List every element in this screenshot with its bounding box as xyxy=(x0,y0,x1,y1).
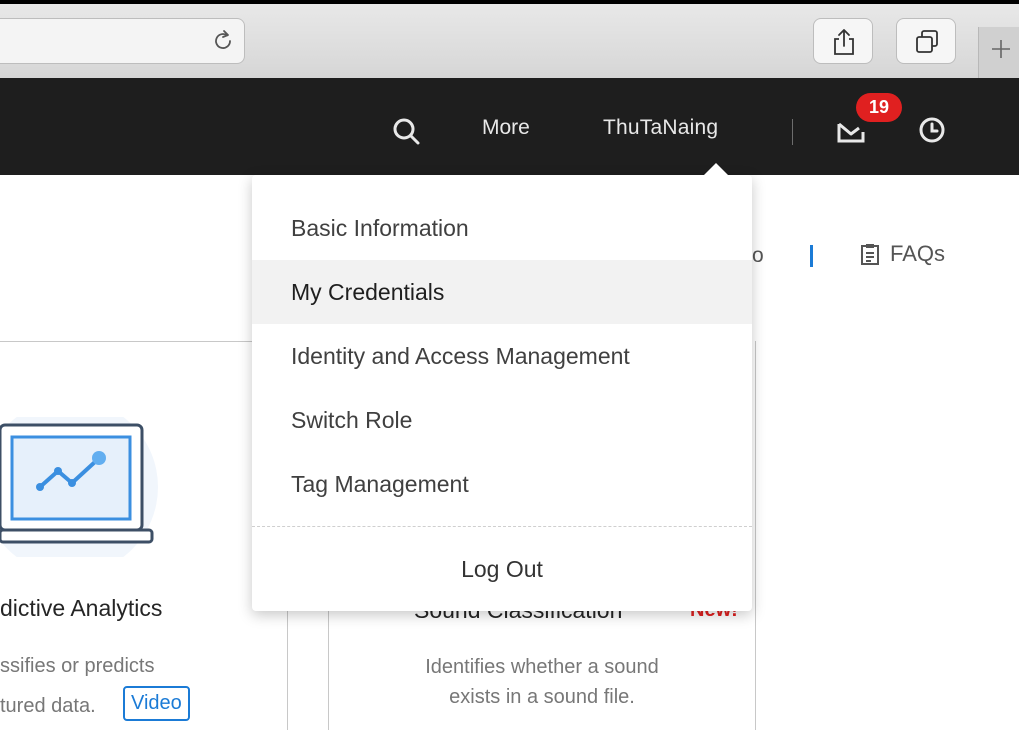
user-dropdown-menu: Basic Information My Credentials Identit… xyxy=(252,175,752,611)
faq-document-icon xyxy=(861,244,879,265)
dropdown-caret xyxy=(703,163,729,176)
analytics-laptop-icon xyxy=(0,399,170,575)
plus-icon xyxy=(992,40,1010,58)
username-menu[interactable]: ThuTaNaing xyxy=(603,116,718,140)
menu-item-tag-management[interactable]: Tag Management xyxy=(252,452,752,516)
video-link[interactable]: Video xyxy=(123,686,190,721)
new-tab-button[interactable] xyxy=(978,27,1019,80)
card-description: ssifies or predicts xyxy=(0,655,155,677)
faqs-label: FAQs xyxy=(890,241,946,266)
clock-icon[interactable] xyxy=(918,116,946,149)
reload-icon[interactable] xyxy=(210,28,236,54)
notification-badge: 19 xyxy=(856,93,902,122)
more-menu[interactable]: More xyxy=(482,116,530,140)
browser-toolbar xyxy=(0,0,1019,80)
share-icon xyxy=(834,29,854,55)
menu-item-identity-access-management[interactable]: Identity and Access Management xyxy=(252,324,752,388)
show-tabs-button[interactable] xyxy=(896,18,956,64)
help-link-fragment[interactable]: o xyxy=(752,244,764,268)
menu-item-my-credentials[interactable]: My Credentials xyxy=(252,260,752,324)
card-description: Identifies whether a sound xyxy=(425,656,659,678)
mail-icon[interactable] xyxy=(836,118,868,149)
header-divider xyxy=(792,119,793,145)
card-title: dictive Analytics xyxy=(0,595,163,621)
menu-item-basic-information[interactable]: Basic Information xyxy=(252,196,752,260)
screen: More ThuTaNaing 19 o FAQs dictive Analyt… xyxy=(0,0,1019,730)
address-bar[interactable] xyxy=(0,18,245,64)
share-button[interactable] xyxy=(813,18,873,64)
card-description: tured data. xyxy=(0,695,96,717)
tabs-icon xyxy=(916,30,938,53)
help-divider xyxy=(810,245,813,267)
card-description: exists in a sound file. xyxy=(449,686,635,708)
log-out-button[interactable]: Log Out xyxy=(252,538,752,600)
app-header: More ThuTaNaing 19 xyxy=(0,78,1019,175)
search-icon[interactable] xyxy=(391,116,421,151)
menu-divider xyxy=(252,526,752,527)
menu-item-switch-role[interactable]: Switch Role xyxy=(252,388,752,452)
faqs-link[interactable]: FAQs xyxy=(860,241,945,267)
